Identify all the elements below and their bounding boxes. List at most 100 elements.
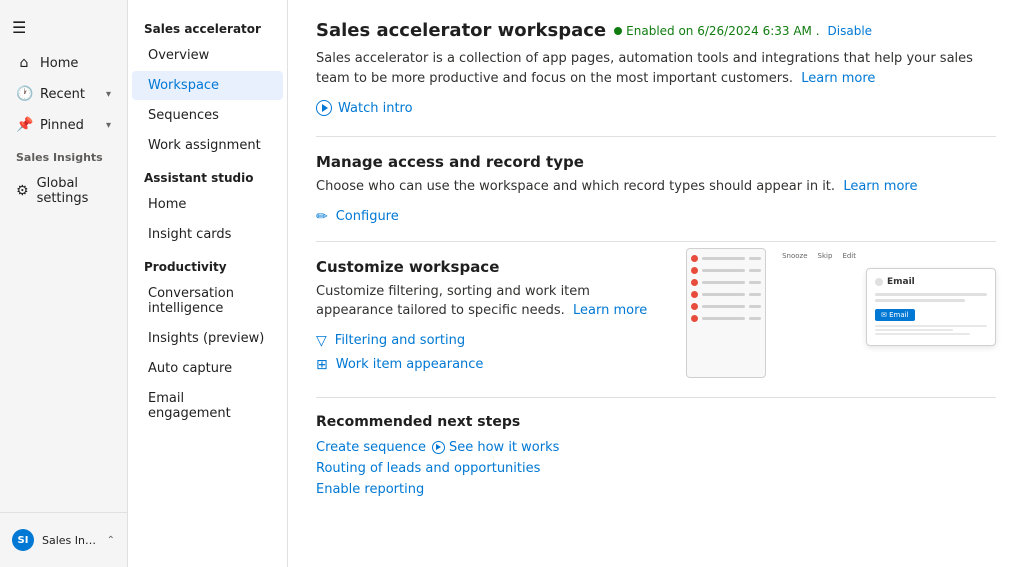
- sidebar-item-workspace[interactable]: Workspace: [132, 71, 283, 100]
- preview-email-icon: [875, 278, 883, 286]
- preview-dot-red-5: [691, 303, 698, 310]
- nav-item-global-settings[interactable]: ⚙ Global settings: [4, 169, 123, 213]
- preview-row-5: [691, 303, 761, 310]
- customize-text: Customize workspace Customize filtering,…: [316, 258, 666, 381]
- mini-play-icon: [432, 441, 445, 454]
- routing-leads-link[interactable]: Routing of leads and opportunities: [316, 461, 540, 476]
- preview-skip-text: Skip: [818, 252, 833, 260]
- preview-dot-red-4: [691, 291, 698, 298]
- nav-item-home[interactable]: ⌂ Home: [4, 48, 123, 78]
- grid-icon: ⊞: [316, 357, 328, 373]
- settings-chevron-icon: ⌃: [107, 535, 115, 546]
- preview-email-header: Email: [875, 277, 987, 287]
- divider-3: [316, 397, 996, 398]
- watch-intro-button[interactable]: Watch intro: [316, 100, 996, 116]
- customize-workspace-description: Customize filtering, sorting and work it…: [316, 282, 666, 321]
- enable-reporting-link[interactable]: Enable reporting: [316, 482, 424, 497]
- workspace-preview: Snooze Skip Edit: [686, 248, 996, 378]
- status-text: Enabled on 6/26/2024 6:33 AM .: [626, 24, 819, 38]
- preview-email-button: ✉ Email: [875, 309, 915, 321]
- preview-line-2: [702, 269, 745, 272]
- chevron-down-icon: ▾: [106, 120, 111, 131]
- learn-more-desc-link[interactable]: Learn more: [801, 71, 875, 86]
- preview-edit-text: Edit: [842, 252, 856, 260]
- sidebar-item-insight-cards[interactable]: Insight cards: [132, 220, 283, 249]
- preview-dot-red-6: [691, 315, 698, 322]
- pinned-icon: 📌: [16, 117, 32, 133]
- preview-row-3: [691, 279, 761, 286]
- sidebar-section-assistant-studio: Assistant studio: [128, 161, 287, 189]
- preview-row-6: [691, 315, 761, 322]
- sidebar-item-auto-capture[interactable]: Auto capture: [132, 354, 283, 383]
- manage-access-section: Manage access and record type Choose who…: [316, 153, 996, 225]
- preview-small-line-1: [875, 325, 987, 327]
- recommended-links-list: Create sequence See how it works Routing…: [316, 440, 996, 497]
- nav-item-pinned-label: Pinned: [40, 118, 84, 133]
- status-badge: Enabled on 6/26/2024 6:33 AM .: [614, 24, 819, 38]
- sidebar-item-sequences[interactable]: Sequences: [132, 101, 283, 130]
- nav-item-global-settings-label: Global settings: [37, 176, 111, 206]
- nav-item-recent[interactable]: 🕐 Recent ▾: [4, 79, 123, 109]
- divider-2: [316, 241, 996, 242]
- recent-icon: 🕐: [16, 86, 32, 102]
- preview-main-panel: [686, 248, 766, 378]
- manage-access-description: Choose who can use the workspace and whi…: [316, 177, 996, 197]
- disable-link[interactable]: Disable: [828, 24, 873, 38]
- filtering-sorting-link[interactable]: ▽ Filtering and sorting: [316, 333, 666, 349]
- preview-checkbox-4: [749, 293, 761, 296]
- create-sequence-link[interactable]: Create sequence: [316, 440, 426, 455]
- play-icon: [316, 100, 332, 116]
- preview-line-1: [702, 257, 745, 260]
- sidebar-section-productivity: Productivity: [128, 250, 287, 278]
- see-how-works[interactable]: See how it works: [432, 440, 559, 455]
- preview-checkbox-3: [749, 281, 761, 284]
- recommended-row-2: Routing of leads and opportunities: [316, 461, 996, 476]
- work-item-appearance-link[interactable]: ⊞ Work item appearance: [316, 357, 666, 373]
- left-navigation: ☰ ⌂ Home 🕐 Recent ▾ 📌 Pinned ▾ Sales Ins…: [0, 0, 128, 567]
- preview-row-4: [691, 291, 761, 298]
- page-title: Sales accelerator workspace: [316, 20, 606, 41]
- play-triangle: [322, 104, 328, 112]
- configure-link[interactable]: ✏ Configure: [316, 209, 996, 225]
- divider-1: [316, 136, 996, 137]
- nav-item-home-label: Home: [40, 56, 78, 71]
- sidebar-item-overview[interactable]: Overview: [132, 41, 283, 70]
- customize-workspace-section: Customize workspace Customize filtering,…: [316, 258, 996, 381]
- preview-checkbox-1: [749, 257, 761, 260]
- sidebar-item-conversation-intelligence[interactable]: Conversation intelligence: [132, 279, 283, 323]
- sales-insights-label: Sales Insights: [0, 141, 127, 168]
- page-header: Sales accelerator workspace Enabled on 6…: [316, 20, 996, 41]
- sidebar-item-insights-preview[interactable]: Insights (preview): [132, 324, 283, 353]
- sidebar-item-work-assignment[interactable]: Work assignment: [132, 131, 283, 160]
- sidebar-item-email-engagement[interactable]: Email engagement: [132, 384, 283, 428]
- preview-email-line-2: [875, 299, 965, 302]
- nav-item-pinned[interactable]: 📌 Pinned ▾: [4, 110, 123, 140]
- customize-learn-more-link[interactable]: Learn more: [573, 303, 647, 318]
- mini-triangle: [436, 444, 441, 450]
- manage-access-title: Manage access and record type: [316, 153, 996, 171]
- preview-dot-red-3: [691, 279, 698, 286]
- preview-row-2: [691, 267, 761, 274]
- settings-bottom-item[interactable]: SI Sales Insights sett... ⌃: [0, 521, 127, 559]
- preview-line-6: [702, 317, 745, 320]
- home-icon: ⌂: [16, 55, 32, 71]
- preview-line-5: [702, 305, 745, 308]
- preview-checkbox-5: [749, 305, 761, 308]
- nav-item-recent-label: Recent: [40, 87, 85, 102]
- recommended-next-steps-section: Recommended next steps Create sequence S…: [316, 414, 996, 497]
- watch-intro-label: Watch intro: [338, 101, 413, 116]
- sidebar-item-assistant-home[interactable]: Home: [132, 190, 283, 219]
- hamburger-menu[interactable]: ☰: [0, 8, 127, 47]
- filter-icon: ▽: [316, 333, 327, 349]
- preview-overlay: Snooze Skip Edit: [782, 252, 856, 260]
- sidebar-section-sales-accelerator: Sales accelerator: [128, 12, 287, 40]
- manage-access-learn-more-link[interactable]: Learn more: [843, 179, 917, 194]
- preview-dot-red-2: [691, 267, 698, 274]
- recommended-title: Recommended next steps: [316, 414, 996, 430]
- gear-icon: ⚙: [16, 183, 29, 199]
- customize-workspace-title: Customize workspace: [316, 258, 666, 276]
- settings-label: Sales Insights sett...: [42, 534, 99, 547]
- preview-email-card: Email ✉ Email: [866, 268, 996, 346]
- preview-snooze-text: Snooze: [782, 252, 807, 260]
- preview-email-label: Email: [887, 277, 915, 287]
